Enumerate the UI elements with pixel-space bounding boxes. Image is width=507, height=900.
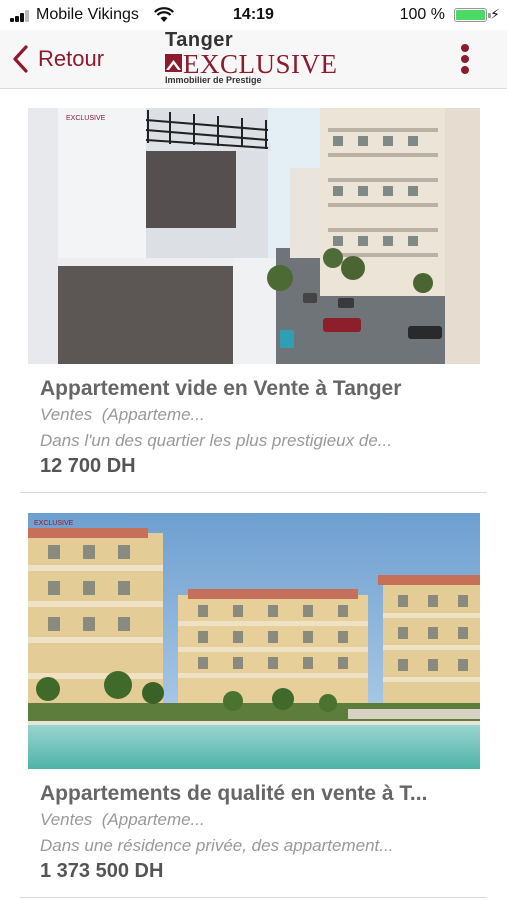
back-button[interactable]: Retour <box>10 42 104 76</box>
listing-description: Dans une résidence privée, des apparteme… <box>40 836 394 855</box>
listing-card[interactable]: EXCLUSIVE Appartements de qualité en ven… <box>20 493 487 898</box>
battery-icon <box>454 8 491 22</box>
battery-percent: 100 % <box>399 6 445 23</box>
listing-title: Appartements de qualité en vente à T... <box>40 782 428 805</box>
battery-level <box>456 10 485 20</box>
listing-title: Appartement vide en Vente à Tanger <box>40 377 402 400</box>
listing-photo: EXCLUSIVE <box>28 513 480 769</box>
more-menu-button[interactable] <box>459 42 471 76</box>
chevron-left-icon <box>13 45 28 73</box>
listing-card[interactable]: EXCLUSIVE Appartement vide en Vente à Ta… <box>20 88 487 493</box>
status-bar: Mobile Vikings 14:19 100 % ⚡ <box>0 0 507 30</box>
listing-price: 1 373 500 DH <box>40 860 164 882</box>
listing-category: Ventes (Apparteme... <box>40 810 205 829</box>
navigation-bar: Retour Tanger EXCLUSIVE Immobilier de Pr… <box>0 29 507 89</box>
svg-text:EXCLUSIVE: EXCLUSIVE <box>66 115 106 122</box>
logo-tagline: Immobilier de Prestige <box>165 75 262 85</box>
listing-photo: EXCLUSIVE <box>28 108 480 364</box>
logo-flag-icon <box>165 54 182 72</box>
listing-price: 12 700 DH <box>40 455 136 477</box>
charging-icon: ⚡ <box>490 6 500 22</box>
more-vertical-icon <box>459 44 471 74</box>
svg-text:EXCLUSIVE: EXCLUSIVE <box>34 520 74 527</box>
brand-logo: Tanger EXCLUSIVE Immobilier de Prestige <box>163 29 348 88</box>
listing-description: Dans l'un des quartier les plus prestigi… <box>40 431 392 450</box>
back-label: Retour <box>38 46 105 71</box>
listing-category: Ventes (Apparteme... <box>40 405 205 424</box>
